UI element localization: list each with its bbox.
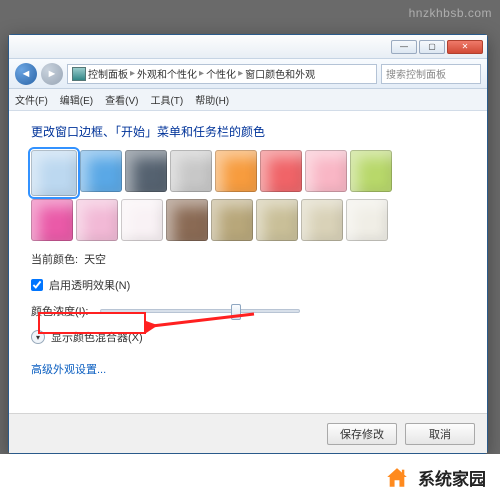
color-swatch[interactable]	[76, 199, 118, 241]
color-swatch[interactable]	[80, 150, 122, 192]
back-button[interactable]: ◄	[15, 63, 37, 85]
cancel-button[interactable]: 取消	[405, 423, 475, 445]
bc-window-color[interactable]: 窗口颜色和外观	[245, 66, 315, 81]
intensity-row: 颜色浓度(I):	[31, 303, 465, 319]
brand-footer: 系统家园	[0, 454, 500, 500]
menu-bar: 文件(F) 编辑(E) 查看(V) 工具(T) 帮助(H)	[9, 89, 487, 111]
color-swatch[interactable]	[166, 199, 208, 241]
bc-personalization[interactable]: 个性化	[206, 66, 236, 81]
search-input[interactable]: 搜索控制面板	[381, 64, 481, 84]
color-swatch[interactable]	[211, 199, 253, 241]
transparency-label: 启用透明效果(N)	[49, 277, 130, 293]
menu-tools[interactable]: 工具(T)	[150, 92, 183, 107]
current-color-row: 当前颜色: 天空	[31, 251, 465, 267]
intensity-label: 颜色浓度(I):	[31, 303, 88, 319]
slider-thumb[interactable]	[231, 304, 241, 320]
chevron-down-icon: ▾	[31, 330, 45, 344]
mixer-row[interactable]: ▾ 显示颜色混合器(X)	[31, 329, 465, 345]
color-swatch[interactable]	[260, 150, 302, 192]
dialog-footer: 保存修改 取消	[9, 413, 487, 453]
color-swatch-grid	[31, 150, 411, 241]
intensity-slider[interactable]	[100, 309, 300, 313]
color-swatch[interactable]	[31, 150, 77, 196]
brand-text: 系统家园	[418, 465, 486, 490]
color-swatch[interactable]	[125, 150, 167, 192]
menu-edit[interactable]: 编辑(E)	[60, 92, 93, 107]
color-swatch[interactable]	[346, 199, 388, 241]
content-area: 更改窗口边框、「开始」菜单和任务栏的颜色 当前颜色: 天空 启用透明效果(N) …	[9, 111, 487, 413]
maximize-button[interactable]: ▢	[419, 40, 445, 54]
close-button[interactable]: ✕	[447, 40, 483, 54]
nav-bar: ◄ ► 控制面板▸ 外观和个性化▸ 个性化▸ 窗口颜色和外观 搜索控制面板	[9, 59, 487, 89]
minimize-button[interactable]: —	[391, 40, 417, 54]
control-panel-window: — ▢ ✕ ◄ ► 控制面板▸ 外观和个性化▸ 个性化▸ 窗口颜色和外观 搜索控…	[8, 34, 488, 454]
breadcrumb[interactable]: 控制面板▸ 外观和个性化▸ 个性化▸ 窗口颜色和外观	[67, 64, 377, 84]
menu-file[interactable]: 文件(F)	[15, 92, 48, 107]
menu-view[interactable]: 查看(V)	[105, 92, 138, 107]
menu-help[interactable]: 帮助(H)	[195, 92, 229, 107]
color-swatch[interactable]	[350, 150, 392, 192]
transparency-row: 启用透明效果(N)	[31, 277, 465, 293]
watermark-text: hnzkhbsb.com	[409, 6, 492, 20]
page-heading: 更改窗口边框、「开始」菜单和任务栏的颜色	[31, 123, 465, 140]
save-button[interactable]: 保存修改	[327, 423, 397, 445]
control-panel-icon	[72, 67, 86, 81]
advanced-appearance-link[interactable]: 高级外观设置...	[31, 361, 106, 377]
search-placeholder: 搜索控制面板	[386, 66, 446, 81]
color-swatch[interactable]	[215, 150, 257, 192]
forward-button[interactable]: ►	[41, 63, 63, 85]
titlebar: — ▢ ✕	[9, 35, 487, 59]
bc-appearance[interactable]: 外观和个性化	[137, 66, 197, 81]
color-swatch[interactable]	[170, 150, 212, 192]
color-swatch[interactable]	[31, 199, 73, 241]
color-swatch[interactable]	[256, 199, 298, 241]
current-color-label: 当前颜色:	[31, 251, 78, 267]
mixer-label: 显示颜色混合器(X)	[51, 329, 143, 345]
current-color-value: 天空	[84, 251, 106, 267]
transparency-checkbox[interactable]	[31, 279, 43, 291]
color-swatch[interactable]	[121, 199, 163, 241]
bc-control-panel[interactable]: 控制面板	[88, 66, 128, 81]
color-swatch[interactable]	[305, 150, 347, 192]
color-swatch[interactable]	[301, 199, 343, 241]
house-logo-icon	[384, 464, 410, 490]
